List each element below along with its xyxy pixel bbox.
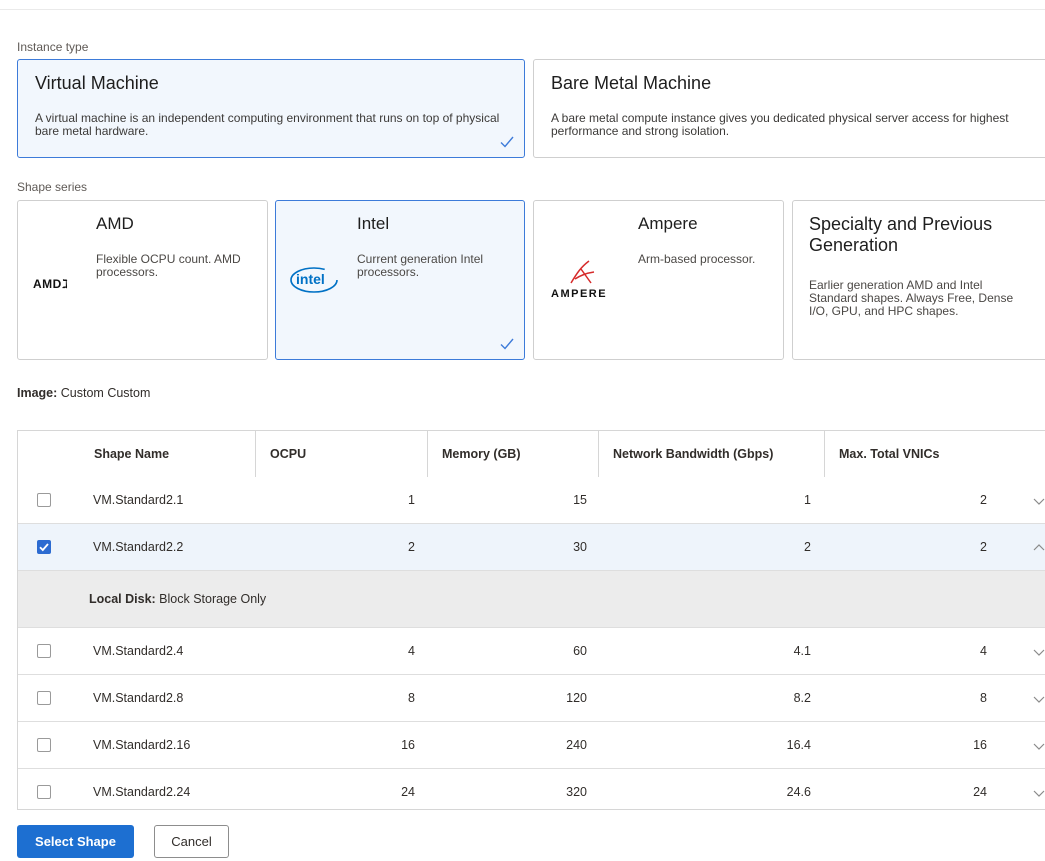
row-checkbox[interactable] — [37, 493, 51, 507]
shape-series-specialty[interactable]: Specialty and Previous Generation Earlie… — [792, 200, 1045, 360]
table-row[interactable]: VM.Standard2.24 24 320 24.6 24 — [18, 769, 1045, 809]
cell-shape-name: VM.Standard2.2 — [93, 540, 184, 554]
amd-logo: AMDℷ — [33, 277, 69, 291]
cell-ocpu: 24 — [401, 785, 415, 799]
column-header-vnics[interactable]: Max. Total VNICs — [824, 431, 1045, 477]
cell-bandwidth: 8.2 — [793, 691, 811, 705]
chevron-down-icon[interactable] — [1033, 740, 1045, 752]
top-divider — [0, 9, 1045, 10]
table-row[interactable]: VM.Standard2.8 8 120 8.2 8 — [18, 675, 1045, 722]
shape-selection-page: Instance type Virtual Machine A virtual … — [0, 0, 1045, 861]
table-row[interactable]: VM.Standard2.1 1 15 1 2 — [18, 477, 1045, 524]
column-header-ocpu[interactable]: OCPU — [255, 431, 427, 477]
local-disk-value: Block Storage Only — [159, 592, 267, 606]
row-checkbox[interactable] — [37, 785, 51, 799]
shape-series-intel[interactable]: Intel Current generation Intel processor… — [275, 200, 525, 360]
column-header-memory[interactable]: Memory (GB) — [427, 431, 598, 477]
column-header-shape-name[interactable]: Shape Name — [80, 431, 270, 477]
ampere-logo-text: AMPERE — [551, 288, 608, 300]
instance-type-description: A bare metal compute instance gives you … — [551, 111, 1009, 138]
shape-series-title: Intel — [357, 214, 390, 233]
ampere-logo-mark — [570, 260, 595, 284]
row-checkbox[interactable] — [37, 738, 51, 752]
shape-series-title: Ampere — [638, 214, 698, 233]
table-header: Shape Name OCPU Memory (GB) Network Band… — [18, 431, 1045, 478]
cell-memory: 240 — [566, 738, 587, 752]
cell-bandwidth: 24.6 — [786, 785, 811, 799]
shape-series-description: Earlier generation AMD and Intel Standar… — [809, 278, 1014, 318]
cell-vnics: 16 — [973, 738, 987, 752]
table-row[interactable]: VM.Standard2.2 2 30 2 2 — [18, 524, 1045, 571]
instance-type-title: Bare Metal Machine — [551, 73, 712, 93]
shape-series-description: Current generation Intel processors. — [357, 252, 484, 279]
shape-series-label: Shape series — [17, 180, 88, 194]
column-header-bandwidth[interactable]: Network Bandwidth (Gbps) — [598, 431, 824, 477]
image-value: Custom Custom — [60, 386, 151, 400]
instance-type-virtual-machine[interactable]: Virtual Machine A virtual machine is an … — [17, 59, 525, 158]
row-checkbox[interactable] — [37, 540, 51, 554]
cell-memory: 120 — [566, 691, 587, 705]
chevron-down-icon[interactable] — [1033, 693, 1045, 705]
cell-vnics: 4 — [980, 644, 987, 658]
cell-ocpu: 2 — [408, 540, 415, 554]
local-disk-label: Local Disk: — [89, 592, 156, 606]
checkmark-icon — [39, 543, 49, 552]
cancel-button[interactable]: Cancel — [154, 825, 229, 858]
checkmark-icon — [500, 136, 514, 148]
cell-bandwidth: 2 — [804, 540, 811, 554]
image-summary: Image: Custom Custom — [17, 386, 150, 400]
chevron-down-icon[interactable] — [1033, 787, 1045, 799]
cell-vnics: 2 — [980, 493, 987, 507]
cell-vnics: 2 — [980, 540, 987, 554]
checkmark-icon — [500, 338, 514, 350]
intel-logo-text: intel — [296, 271, 325, 287]
cell-ocpu: 4 — [408, 644, 415, 658]
shape-series-title: AMD — [96, 214, 134, 233]
cell-vnics: 24 — [973, 785, 987, 799]
chevron-up-icon[interactable] — [1033, 542, 1045, 554]
cell-memory: 30 — [573, 540, 587, 554]
instance-type-description: A virtual machine is an independent comp… — [35, 111, 500, 138]
shapes-table: Shape Name OCPU Memory (GB) Network Band… — [17, 430, 1045, 810]
shape-series-description: Arm-based processor. — [638, 252, 756, 266]
row-checkbox[interactable] — [37, 691, 51, 705]
cell-bandwidth: 4.1 — [793, 644, 811, 658]
instance-type-bare-metal[interactable]: Bare Metal Machine A bare metal compute … — [533, 59, 1045, 158]
shape-series-ampere[interactable]: Ampere Arm-based processor. AMPERE — [533, 200, 784, 360]
table-row[interactable]: VM.Standard2.16 16 240 16.4 16 — [18, 722, 1045, 769]
shape-series-title: Specialty and Previous Generation — [809, 214, 993, 255]
cell-memory: 60 — [573, 644, 587, 658]
cell-ocpu: 16 — [401, 738, 415, 752]
row-detail-panel: Local Disk: Block Storage Only — [18, 571, 1045, 628]
cell-shape-name: VM.Standard2.4 — [93, 644, 184, 658]
table-row[interactable]: VM.Standard2.4 4 60 4.1 4 — [18, 628, 1045, 675]
local-disk-info: Local Disk: Block Storage Only — [89, 571, 266, 628]
chevron-down-icon[interactable] — [1033, 495, 1045, 507]
cell-shape-name: VM.Standard2.8 — [93, 691, 184, 705]
cell-ocpu: 1 — [408, 493, 415, 507]
cell-ocpu: 8 — [408, 691, 415, 705]
cell-shape-name: VM.Standard2.24 — [93, 785, 191, 799]
image-label: Image: — [17, 386, 58, 400]
shape-series-description: Flexible OCPU count. AMD processors. — [96, 252, 241, 279]
cell-bandwidth: 1 — [804, 493, 811, 507]
cell-shape-name: VM.Standard2.1 — [93, 493, 184, 507]
cell-memory: 15 — [573, 493, 587, 507]
instance-type-title: Virtual Machine — [35, 73, 159, 93]
chevron-down-icon[interactable] — [1033, 646, 1045, 658]
select-shape-button[interactable]: Select Shape — [17, 825, 134, 858]
cell-shape-name: VM.Standard2.16 — [93, 738, 191, 752]
row-checkbox[interactable] — [37, 644, 51, 658]
cell-memory: 320 — [566, 785, 587, 799]
instance-type-label: Instance type — [17, 40, 89, 54]
shape-series-amd[interactable]: AMD Flexible OCPU count. AMD processors.… — [17, 200, 268, 360]
cell-vnics: 8 — [980, 691, 987, 705]
cell-bandwidth: 16.4 — [786, 738, 811, 752]
